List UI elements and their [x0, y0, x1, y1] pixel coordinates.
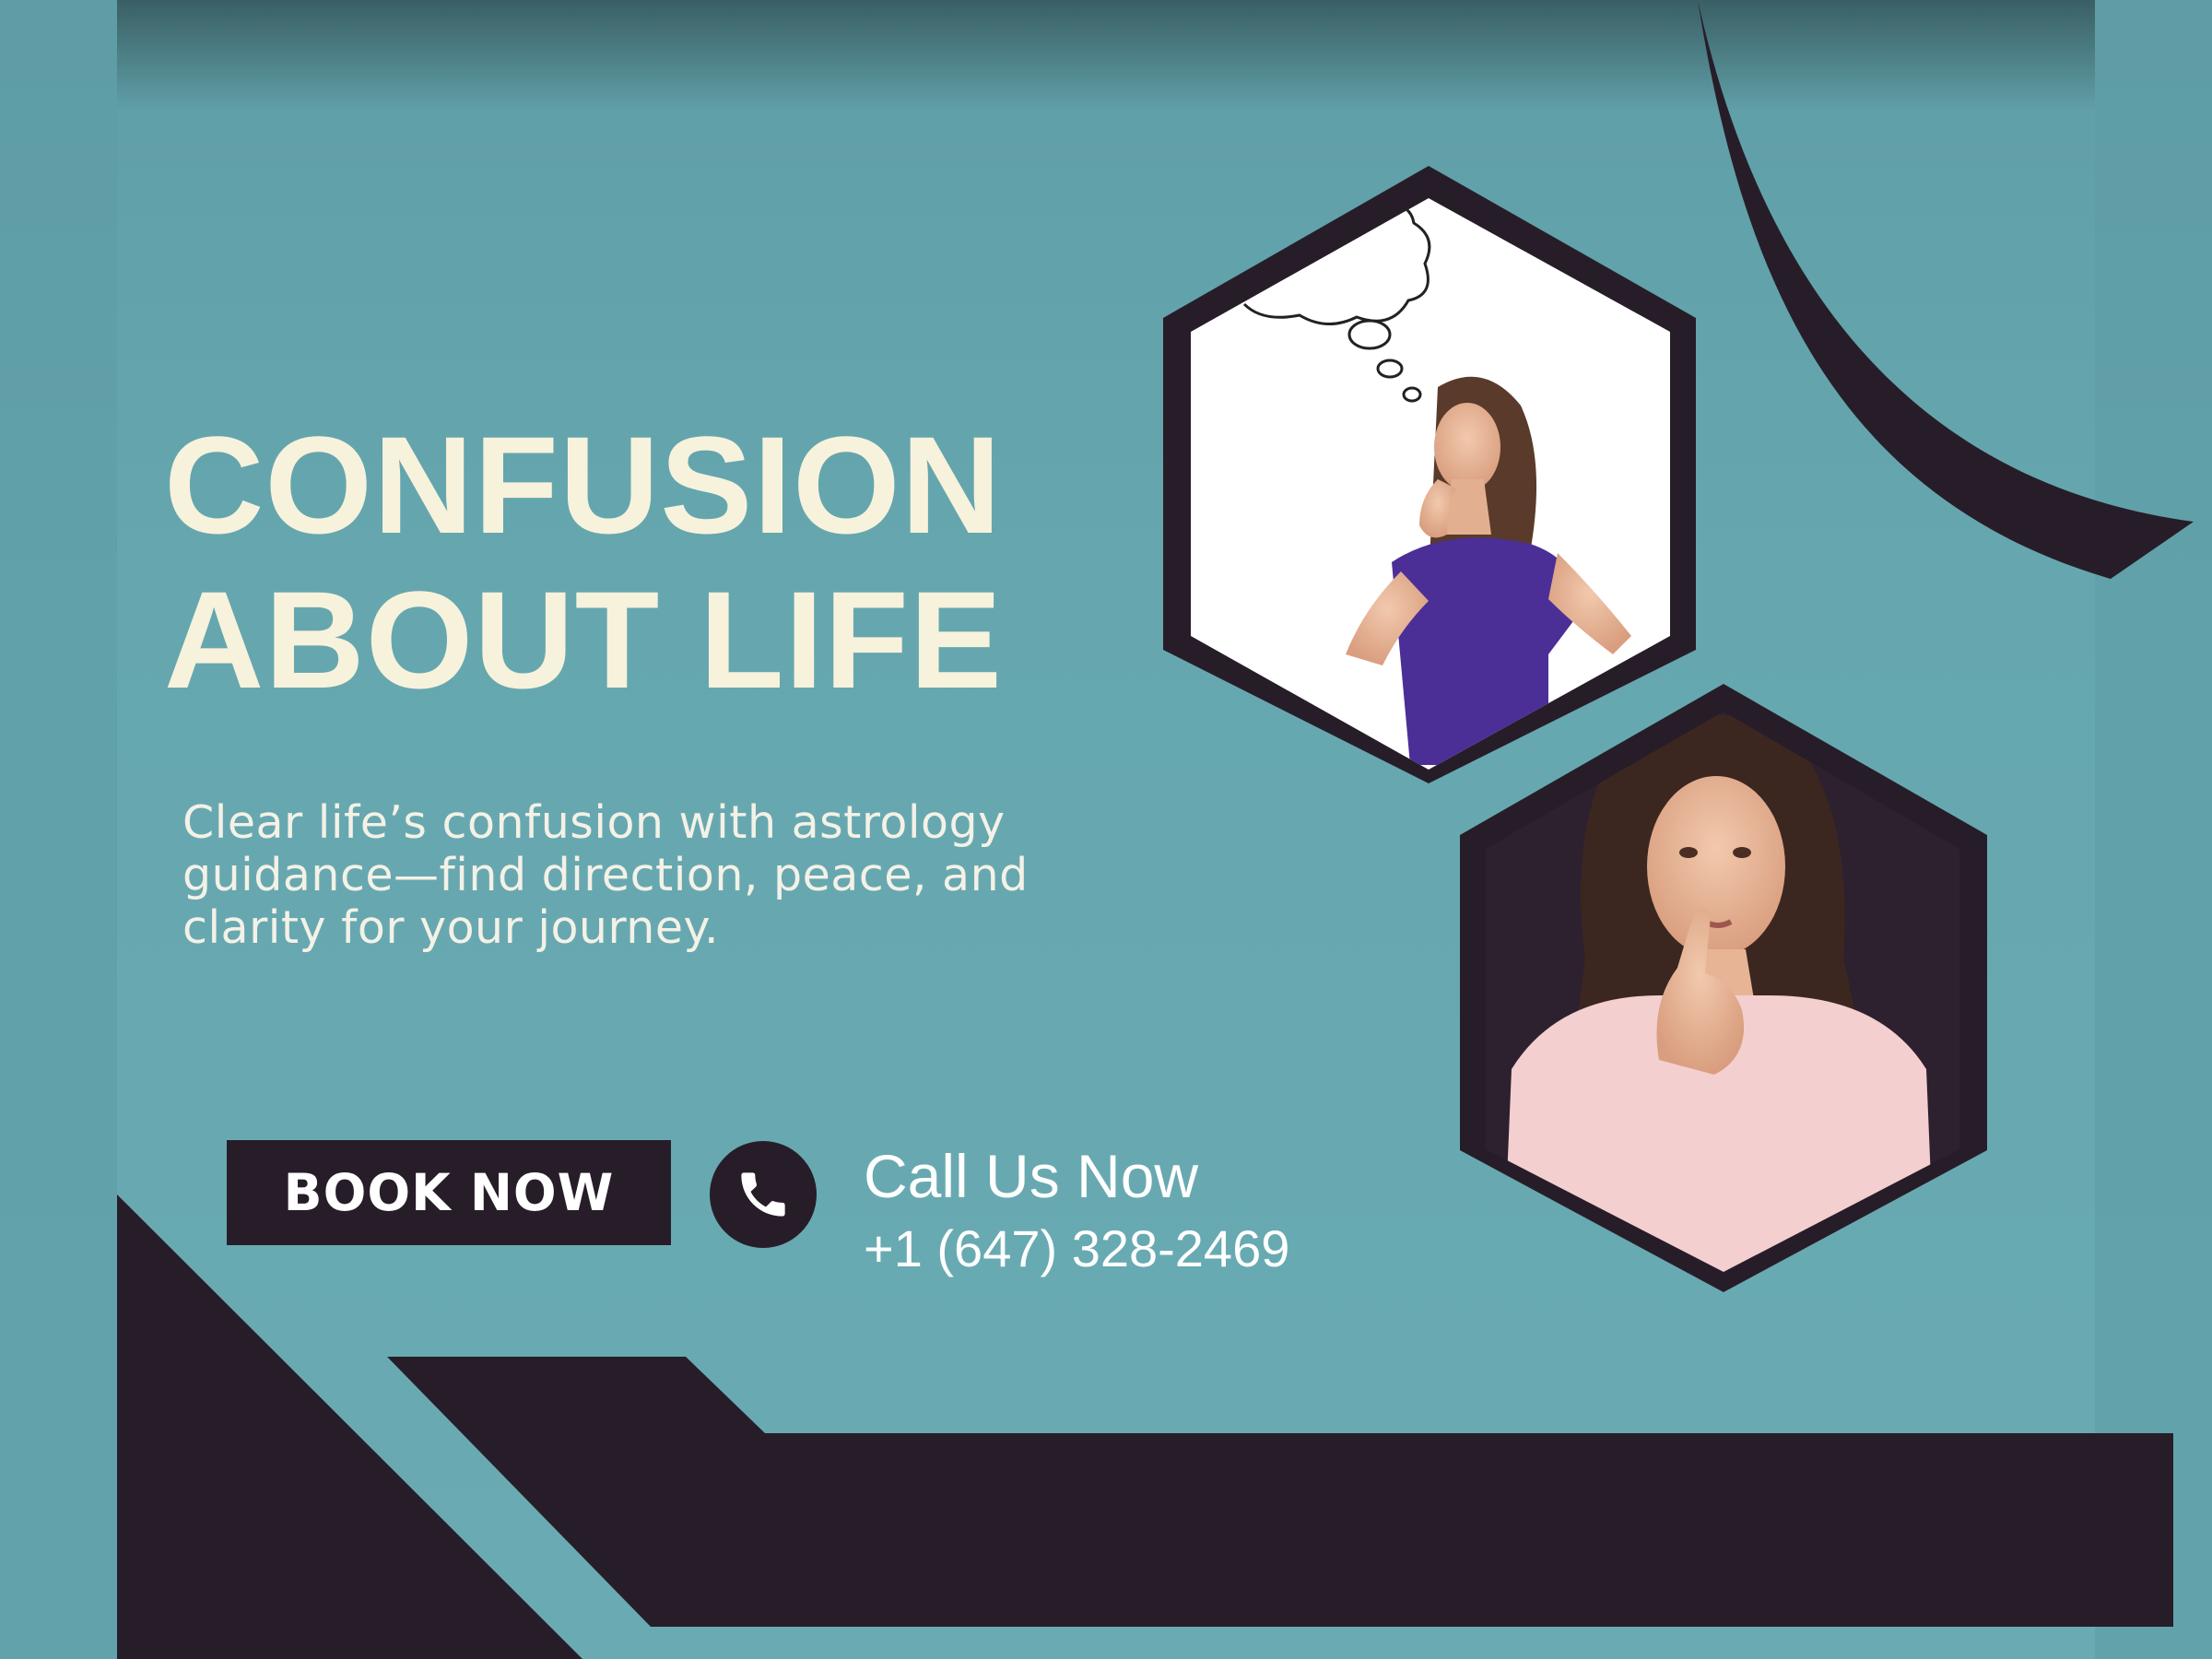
top-shadow: [117, 0, 2095, 111]
headline-line-1: CONFUSION: [164, 407, 1002, 562]
call-us-label: Call Us Now: [864, 1142, 1199, 1210]
subtitle: Clear life’s confusion with astrology gu…: [182, 796, 1104, 954]
headline-line-2: ABOUT LIFE: [164, 562, 1003, 717]
headline: CONFUSION ABOUT LIFE: [164, 407, 1003, 717]
phone-number[interactable]: +1 (647) 328-2469: [864, 1218, 1289, 1279]
right-side-band: [2095, 0, 2212, 1659]
subtitle-line-1: Clear life’s confusion with astrology: [182, 796, 1006, 849]
phone-icon: [741, 1172, 785, 1217]
subtitle-line-3: clarity for your journey.: [182, 901, 720, 954]
book-now-button[interactable]: BOOK NOW: [227, 1140, 671, 1245]
subtitle-line-2: guidance—find direction, peace, and: [182, 849, 1029, 901]
phone-call-button[interactable]: [710, 1141, 817, 1248]
left-side-band: [0, 0, 117, 1659]
